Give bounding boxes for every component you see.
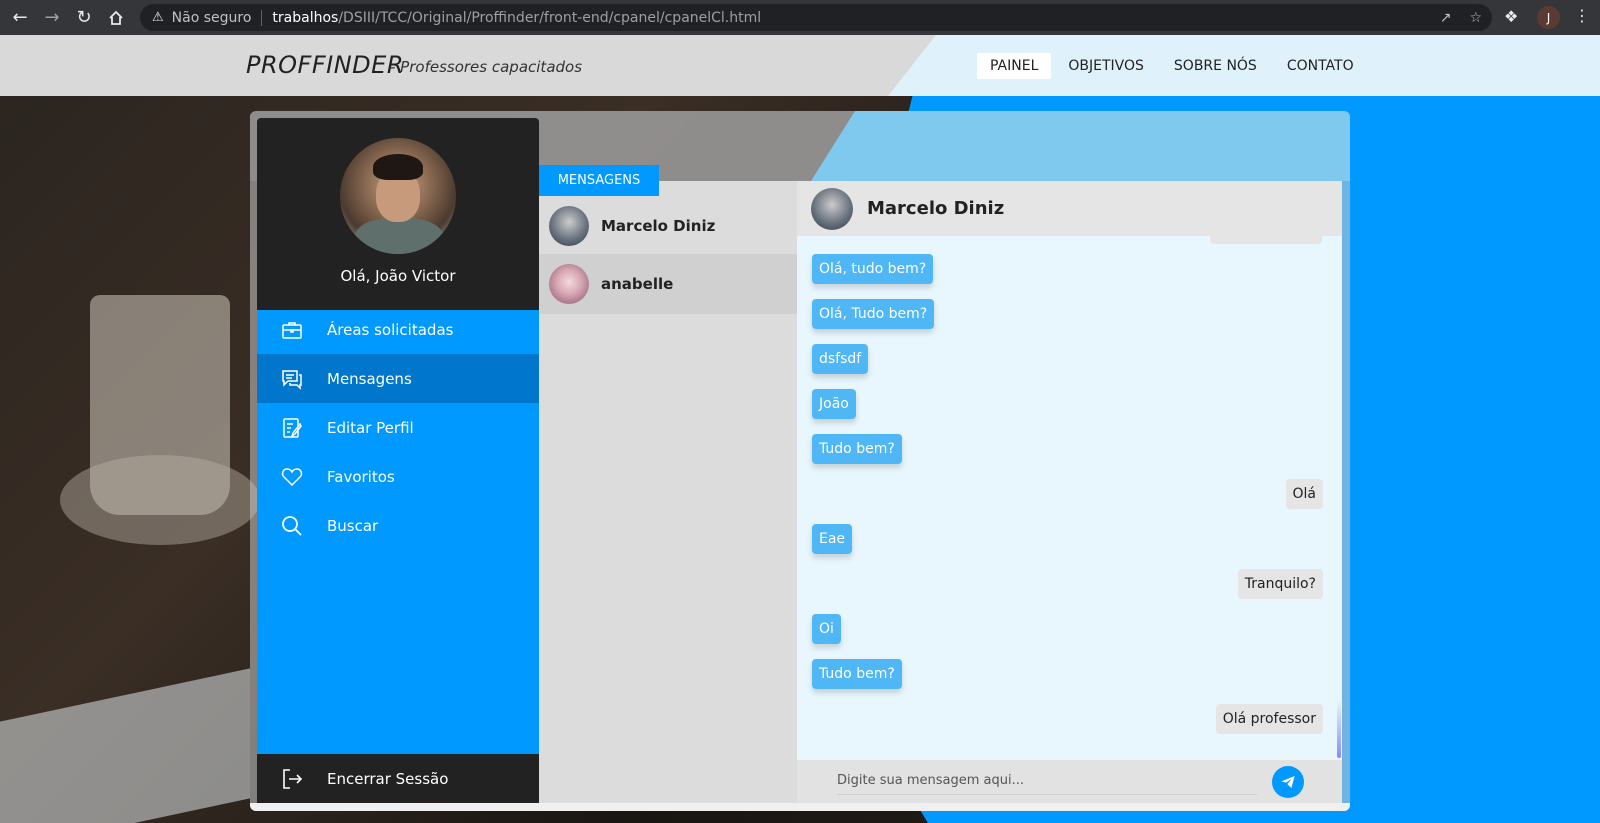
nav-sobre-nos[interactable]: SOBRE NÓS <box>1161 53 1270 79</box>
profile-box: Olá, João Victor <box>257 118 539 310</box>
site-header: PROFFINDER - Professores capacitados PAI… <box>0 35 1600 96</box>
message-received: Olá, tudo bem? <box>812 254 934 284</box>
sidebar-item-label: Favoritos <box>327 467 395 486</box>
conversation-item-anabelle[interactable]: anabelle <box>539 254 797 314</box>
share-icon[interactable]: ↗ <box>1440 10 1452 26</box>
kebab-menu-icon[interactable]: ⋮ <box>1574 6 1590 25</box>
search-icon <box>277 514 307 538</box>
security-label: Não seguro <box>171 9 252 26</box>
logout-icon <box>277 767 307 791</box>
message-input[interactable] <box>837 767 1257 795</box>
chat-scrollbar[interactable] <box>1337 700 1341 758</box>
forward-icon[interactable]: → <box>36 0 68 35</box>
conversation-name: anabelle <box>601 275 674 293</box>
top-navigation: PAINEL OBJETIVOS SOBRE NÓS CONTATO <box>977 53 1367 79</box>
briefcase-icon <box>277 318 307 342</box>
tab-mensagens[interactable]: MENSAGENS <box>539 165 659 196</box>
bookmark-star-icon[interactable]: ☆ <box>1469 10 1482 26</box>
avatar <box>549 264 589 304</box>
heart-icon <box>277 465 307 489</box>
browser-toolbar: ← → ↻ ⚠ Não seguro trabalhos /DSIII/TCC/… <box>0 0 1600 35</box>
send-icon <box>1281 776 1295 788</box>
url-host: trabalhos <box>272 9 339 26</box>
message-bubble-partial <box>1210 234 1322 244</box>
profile-avatar[interactable]: J <box>1537 6 1560 29</box>
sidebar-item-editar-perfil[interactable]: Editar Perfil <box>257 403 539 452</box>
sidebar-item-label: Mensagens <box>327 369 412 388</box>
site-tagline: - Professores capacitados <box>390 58 583 76</box>
edit-profile-icon <box>277 416 307 440</box>
message-received: João <box>812 389 856 419</box>
back-icon[interactable]: ← <box>4 0 36 35</box>
extensions-icon[interactable]: ❖ <box>1504 7 1518 26</box>
message-received: Oi <box>812 614 841 644</box>
nav-objetivos[interactable]: OBJETIVOS <box>1055 53 1157 79</box>
conversation-item-marcelo[interactable]: Marcelo Diniz <box>539 196 797 256</box>
message-sent: Tranquilo? <box>1237 569 1323 599</box>
message-sent: Olá professor <box>1215 704 1323 734</box>
home-icon[interactable] <box>100 0 132 35</box>
user-avatar[interactable] <box>340 138 456 254</box>
chat-header: Marcelo Diniz <box>797 181 1342 236</box>
chat-contact-name: Marcelo Diniz <box>867 198 1005 219</box>
reload-icon[interactable]: ↻ <box>68 0 100 35</box>
warning-icon: ⚠ <box>152 10 164 25</box>
nav-painel[interactable]: PAINEL <box>977 53 1052 79</box>
message-received: dsfsdf <box>812 344 869 374</box>
message-received: Tudo bem? <box>812 659 902 689</box>
sidebar-item-label: Editar Perfil <box>327 418 414 437</box>
background-saucer <box>60 455 260 545</box>
logout-button[interactable]: Encerrar Sessão <box>257 754 539 803</box>
nav-contato[interactable]: CONTATO <box>1274 53 1367 79</box>
avatar <box>811 187 853 230</box>
conversation-name: Marcelo Diniz <box>601 217 716 235</box>
sidebar: Olá, João Victor Áreas solicitadas Mensa… <box>257 118 539 803</box>
site-logo[interactable]: PROFFINDER <box>246 51 404 79</box>
message-composer <box>797 760 1342 803</box>
send-button[interactable] <box>1272 766 1304 798</box>
url-path: /DSIII/TCC/Original/Proffinder/front-end… <box>338 9 762 26</box>
address-bar[interactable]: ⚠ Não seguro trabalhos /DSIII/TCC/Origin… <box>140 4 1492 31</box>
message-received: Tudo bem? <box>812 434 902 464</box>
message-sent: Olá <box>1285 479 1323 509</box>
sidebar-item-label: Buscar <box>327 516 379 535</box>
user-greeting: Olá, João Victor <box>340 267 456 285</box>
sidebar-item-label: Áreas solicitadas <box>327 320 454 339</box>
message-received: Eae <box>812 524 853 554</box>
panel-bottom-edge <box>250 803 1350 811</box>
sidebar-item-buscar[interactable]: Buscar <box>257 501 539 550</box>
chat-icon <box>277 367 307 391</box>
message-received: Olá, Tudo bem? <box>812 299 935 329</box>
logout-label: Encerrar Sessão <box>327 769 449 788</box>
background-laptop <box>0 668 250 823</box>
avatar <box>549 206 589 246</box>
sidebar-item-favoritos[interactable]: Favoritos <box>257 452 539 501</box>
divider <box>261 9 263 26</box>
sidebar-item-areas-solicitadas[interactable]: Áreas solicitadas <box>257 305 539 354</box>
sidebar-item-mensagens[interactable]: Mensagens <box>257 354 539 403</box>
